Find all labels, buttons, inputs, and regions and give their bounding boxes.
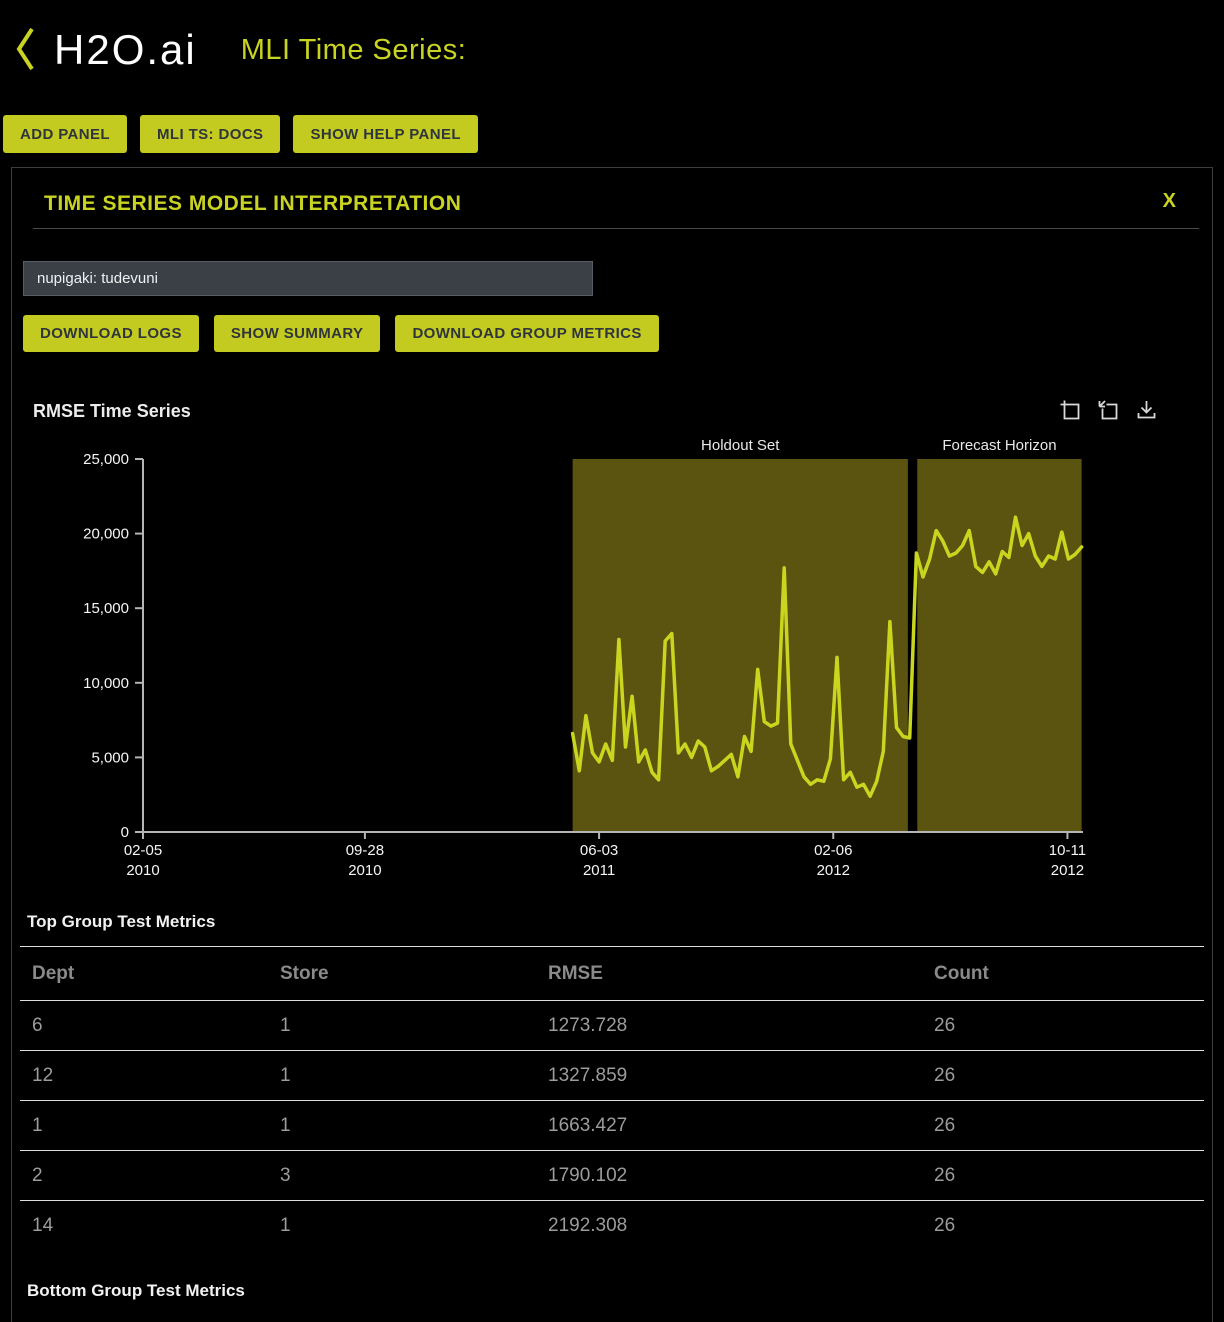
y-tick-label: 0 — [121, 824, 129, 841]
table-cell: 1 — [20, 1101, 268, 1151]
table-cell: 1 — [268, 1001, 536, 1051]
add-panel-button[interactable]: ADD PANEL — [3, 115, 127, 153]
panel-actions: DOWNLOAD LOGS SHOW SUMMARY DOWNLOAD GROU… — [23, 315, 1212, 352]
table-cell: 3 — [268, 1151, 536, 1201]
table-row[interactable]: 231790.10226 — [20, 1151, 1204, 1201]
x-tick-label-year: 2010 — [348, 862, 381, 879]
panel-title-divider — [33, 228, 1199, 229]
table-cell: 1663.427 — [536, 1101, 922, 1151]
table-cell: 12 — [20, 1051, 268, 1101]
page-title: MLI Time Series: — [241, 34, 467, 67]
x-tick-label: 02-05 — [124, 842, 162, 859]
reset-axes-icon — [1097, 410, 1120, 425]
y-tick-label: 25,000 — [83, 451, 129, 468]
chart-modebar — [1057, 397, 1160, 427]
table-cell: 26 — [922, 1151, 1204, 1201]
table-cell: 14 — [20, 1201, 268, 1251]
download-chart-button[interactable] — [1133, 397, 1160, 427]
x-tick-label-year: 2012 — [1051, 862, 1084, 879]
zoom-box-icon — [1059, 410, 1082, 425]
region-label: Forecast Horizon — [942, 437, 1056, 454]
x-tick-label-year: 2010 — [126, 862, 159, 879]
chevron-left-icon — [14, 25, 38, 76]
x-tick-label: 10-11 — [1049, 842, 1086, 859]
table-cell: 26 — [922, 1201, 1204, 1251]
column-header: Count — [922, 947, 1204, 1001]
download-logs-button[interactable]: DOWNLOAD LOGS — [23, 315, 199, 352]
chart-region — [917, 459, 1081, 832]
table-cell: 1 — [268, 1051, 536, 1101]
table-cell: 1273.728 — [536, 1001, 922, 1051]
table-cell: 26 — [922, 1001, 1204, 1051]
chart-header: RMSE Time Series — [12, 401, 1212, 422]
table-cell: 1 — [268, 1101, 536, 1151]
table-cell: 26 — [922, 1101, 1204, 1151]
back-button[interactable] — [10, 25, 42, 76]
x-tick-label-year: 2011 — [583, 862, 615, 879]
region-label: Holdout Set — [701, 437, 780, 454]
y-tick-label: 5,000 — [91, 749, 129, 766]
show-help-panel-button[interactable]: SHOW HELP PANEL — [293, 115, 477, 153]
rmse-chart-svg[interactable]: Holdout Set Forecast Horizon 0 5,000 10,000 1… — [12, 434, 1212, 884]
table-cell: 1790.102 — [536, 1151, 922, 1201]
table-row[interactable]: 611273.72826 — [20, 1001, 1204, 1051]
table-body: 611273.728261211327.85926111663.42726231… — [20, 1001, 1204, 1251]
panel-header: TIME SERIES MODEL INTERPRETATION X — [12, 168, 1212, 216]
top-group-table: DeptStoreRMSECount 611273.728261211327.8… — [20, 946, 1204, 1251]
download-icon — [1135, 410, 1158, 425]
top-toolbar: ADD PANEL MLI TS: DOCS SHOW HELP PANEL — [0, 115, 1224, 153]
group-search-input[interactable] — [23, 261, 593, 296]
table-cell: 26 — [922, 1051, 1204, 1101]
reset-axes-button[interactable] — [1095, 397, 1122, 427]
panel-title: TIME SERIES MODEL INTERPRETATION — [44, 192, 461, 215]
table-cell: 2192.308 — [536, 1201, 922, 1251]
table-header-row: DeptStoreRMSECount — [20, 947, 1204, 1001]
table-row[interactable]: 1412192.30826 — [20, 1201, 1204, 1251]
bottom-group-title: Bottom Group Test Metrics — [27, 1281, 1212, 1301]
h2o-logo: H2O.ai — [54, 26, 197, 74]
table-cell: 1 — [268, 1201, 536, 1251]
table-row[interactable]: 111663.42726 — [20, 1101, 1204, 1151]
x-tick-label: 02-06 — [814, 842, 852, 859]
zoom-box-button[interactable] — [1057, 397, 1084, 427]
x-tick-label-year: 2012 — [817, 862, 850, 879]
y-tick-label: 15,000 — [83, 600, 129, 617]
time-series-panel: TIME SERIES MODEL INTERPRETATION X DOWNL… — [11, 167, 1213, 1322]
table-row[interactable]: 1211327.85926 — [20, 1051, 1204, 1101]
close-panel-button[interactable]: X — [1163, 190, 1176, 213]
x-tick-label: 09-28 — [346, 842, 384, 859]
y-tick-label: 20,000 — [83, 526, 129, 543]
table-cell: 1327.859 — [536, 1051, 922, 1101]
show-summary-button[interactable]: SHOW SUMMARY — [214, 315, 381, 352]
top-group-title: Top Group Test Metrics — [27, 912, 1212, 932]
column-header: Store — [268, 947, 536, 1001]
chart-region — [573, 459, 908, 832]
download-group-metrics-button[interactable]: DOWNLOAD GROUP METRICS — [395, 315, 658, 352]
table-cell: 2 — [20, 1151, 268, 1201]
app-header: H2O.ai MLI Time Series: — [0, 0, 1224, 100]
chart-title: RMSE Time Series — [33, 401, 191, 421]
y-tick-label: 10,000 — [83, 675, 129, 692]
mli-ts-docs-button[interactable]: MLI TS: DOCS — [140, 115, 280, 153]
table-cell: 6 — [20, 1001, 268, 1051]
column-header: Dept — [20, 947, 268, 1001]
column-header: RMSE — [536, 947, 922, 1001]
x-tick-label: 06-03 — [580, 842, 618, 859]
